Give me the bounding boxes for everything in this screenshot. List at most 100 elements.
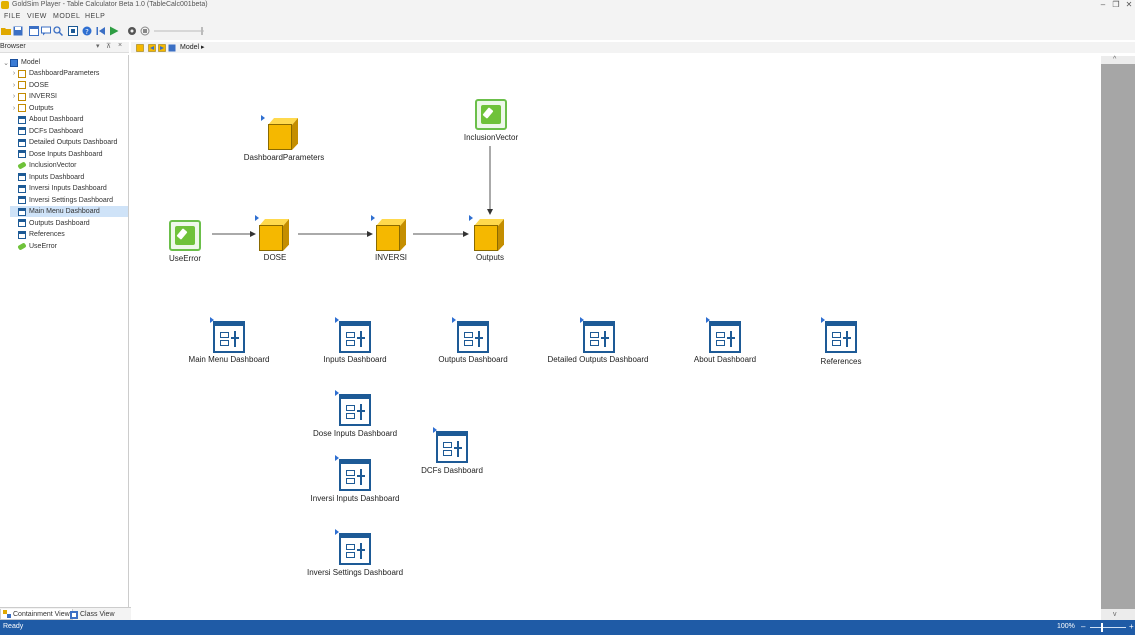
- tree-item-dashboardparameters[interactable]: › DashboardParameters: [10, 68, 128, 79]
- data-element-useerror-label: UseError: [168, 254, 202, 263]
- search-icon[interactable]: [53, 26, 63, 36]
- tree-item-inversi-settings-dashboard[interactable]: Inversi Settings Dashboard: [10, 195, 128, 206]
- container-outputs-label: Outputs: [475, 253, 505, 262]
- scroll-thumb[interactable]: [1101, 64, 1135, 609]
- browser-panel-header: Browser ▾ ⊼ ×: [0, 42, 129, 53]
- dashboard-detailed-outputs[interactable]: [583, 321, 615, 353]
- tree-item-label: Inversi Settings Dashboard: [29, 196, 114, 204]
- dashboard-icon: [18, 184, 26, 193]
- canvas-vertical-scrollbar[interactable]: ^ v: [1101, 56, 1135, 620]
- model-tree: ⌄ Model › DashboardParameters › DOSE › INVERS…: [0, 55, 129, 607]
- menu-help[interactable]: HELP: [85, 13, 105, 20]
- tree-item-label: Outputs: [29, 104, 54, 112]
- dashboard-outputs-label: Outputs Dashboard: [438, 355, 508, 364]
- close-button[interactable]: ✕: [1124, 0, 1134, 10]
- menu-file[interactable]: FILE: [4, 13, 21, 20]
- tree-item-main-menu-dashboard[interactable]: Main Menu Dashboard: [10, 206, 128, 217]
- window-title: GoldSim Player - Table Calculator Beta 1…: [12, 1, 208, 8]
- browser-panel-title: Browser: [0, 43, 26, 50]
- zoom-out-button[interactable]: –: [1081, 622, 1085, 631]
- tab-class-view[interactable]: Class View: [68, 609, 117, 620]
- run-icon[interactable]: [109, 26, 119, 36]
- tree-item-dose-inputs-dashboard[interactable]: Dose Inputs Dashboard: [10, 149, 128, 160]
- dashboard-dose-inputs[interactable]: [339, 394, 371, 426]
- rewind-icon[interactable]: [96, 26, 106, 36]
- container-dashboardparameters[interactable]: [268, 118, 298, 150]
- tree-item-label: InclusionVector: [29, 162, 77, 169]
- scroll-up-icon[interactable]: ^: [1113, 56, 1116, 63]
- save-icon[interactable]: [13, 26, 23, 36]
- go-up-icon[interactable]: [136, 44, 144, 52]
- dashboard-dcfs[interactable]: [436, 431, 468, 463]
- tree-root-model[interactable]: ⌄ Model: [2, 57, 40, 68]
- time-slider[interactable]: [154, 26, 206, 36]
- dashboard-icon: [18, 138, 26, 147]
- dashboard-inversi-settings[interactable]: [339, 533, 371, 565]
- dashboard-about[interactable]: [709, 321, 741, 353]
- browser-close-button[interactable]: ×: [118, 42, 122, 49]
- dashboard-icon: [18, 207, 26, 216]
- container-outputs[interactable]: [474, 219, 504, 251]
- expand-chevron-icon[interactable]: ›: [10, 105, 18, 112]
- dashboard-references[interactable]: [825, 321, 857, 353]
- dashboard-inputs[interactable]: [339, 321, 371, 353]
- model-canvas[interactable]: DashboardParameters DOSE INVERSI Outputs…: [131, 56, 1101, 620]
- stop-icon[interactable]: [140, 26, 150, 36]
- tree-item-about-dashboard[interactable]: About Dashboard: [10, 114, 128, 125]
- container-icon: [18, 81, 26, 89]
- comment-icon[interactable]: [41, 26, 51, 36]
- data-element-inclusionvector[interactable]: [475, 99, 507, 130]
- dashboard-view-icon[interactable]: [68, 26, 78, 36]
- menu-view[interactable]: VIEW: [27, 13, 47, 20]
- title-bar: GoldSim Player - Table Calculator Beta 1…: [0, 0, 1135, 11]
- container-icon: [18, 92, 26, 101]
- dashboard-inversi-inputs[interactable]: [339, 459, 371, 491]
- tree-item-inputs-dashboard[interactable]: Inputs Dashboard: [10, 172, 128, 183]
- tab-class-label: Class View: [80, 611, 115, 618]
- container-inversi[interactable]: [376, 219, 406, 251]
- minimize-button[interactable]: –: [1098, 0, 1108, 10]
- back-icon[interactable]: [148, 44, 156, 52]
- tree-item-outputs[interactable]: › Outputs: [10, 103, 128, 114]
- svg-text:?: ?: [85, 28, 89, 36]
- collapse-chevron-icon[interactable]: ⌄: [2, 59, 10, 67]
- tree-item-inversi[interactable]: › INVERSI: [10, 91, 128, 102]
- container-dose-label: DOSE: [263, 253, 287, 262]
- tab-containment-view[interactable]: Containment View: [0, 609, 73, 620]
- container-dose[interactable]: [259, 219, 289, 251]
- tree-item-detailed-outputs-dashboard[interactable]: Detailed Outputs Dashboard: [10, 137, 128, 148]
- tree-item-outputs-dashboard[interactable]: Outputs Dashboard: [10, 218, 128, 229]
- tree-item-references[interactable]: References: [10, 229, 128, 240]
- data-element-useerror[interactable]: [169, 220, 201, 251]
- expand-chevron-icon[interactable]: ›: [10, 93, 18, 100]
- settings-icon[interactable]: [127, 26, 137, 36]
- tree-item-dose[interactable]: › DOSE: [10, 80, 128, 91]
- zoom-slider-thumb[interactable]: [1101, 623, 1103, 632]
- breadcrumb[interactable]: Model ▸: [180, 43, 205, 51]
- forward-icon[interactable]: [158, 44, 166, 52]
- menu-model[interactable]: MODEL: [53, 13, 80, 20]
- dashboard-outputs[interactable]: [457, 321, 489, 353]
- expand-chevron-icon[interactable]: ›: [10, 70, 18, 77]
- dashboard-main-menu[interactable]: [213, 321, 245, 353]
- tree-item-inversi-inputs-dashboard[interactable]: Inversi Inputs Dashboard: [10, 183, 128, 194]
- status-text: Ready: [3, 623, 24, 630]
- browser-float-button[interactable]: ⊼: [106, 42, 111, 50]
- browser-icon[interactable]: [29, 26, 39, 36]
- browser-pin-button[interactable]: ▾: [96, 42, 100, 50]
- help-icon[interactable]: ?: [82, 26, 92, 36]
- tree-item-inclusionvector[interactable]: InclusionVector: [10, 160, 128, 171]
- tree-item-useerror[interactable]: UseError: [10, 241, 128, 252]
- container-icon: [18, 104, 26, 112]
- tree-item-label: About Dashboard: [29, 116, 84, 123]
- tree-item-label: Inversi Inputs Dashboard: [29, 185, 107, 192]
- expand-chevron-icon[interactable]: ›: [10, 82, 18, 89]
- zoom-slider[interactable]: [1090, 627, 1126, 628]
- zoom-in-button[interactable]: +: [1129, 622, 1134, 631]
- tree-item-dcfs-dashboard[interactable]: DCFs Dashboard: [10, 126, 128, 137]
- restore-button[interactable]: ❐: [1111, 0, 1121, 10]
- dashboard-main-menu-label: Main Menu Dashboard: [188, 355, 270, 364]
- open-folder-icon[interactable]: [1, 26, 11, 36]
- home-icon[interactable]: [168, 44, 176, 52]
- scroll-down-icon[interactable]: v: [1113, 611, 1117, 618]
